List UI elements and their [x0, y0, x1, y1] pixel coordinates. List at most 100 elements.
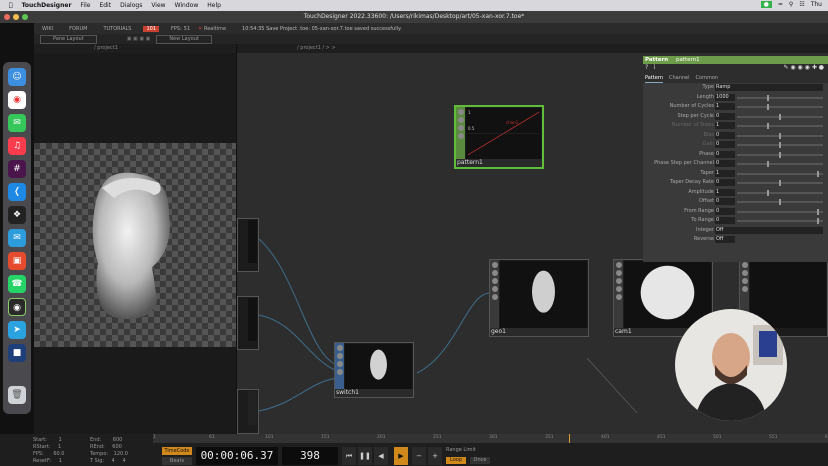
frame-display[interactable]: 398 [282, 447, 338, 465]
realtime-checkbox-icon[interactable]: ✕ [198, 26, 202, 32]
trash-icon[interactable]: 🗑 [8, 386, 26, 404]
play-button[interactable]: ▶ [394, 447, 408, 465]
param-slider-handle[interactable] [779, 142, 781, 148]
param-value[interactable]: 1000 [715, 93, 735, 101]
chrome-icon[interactable]: ◉ [8, 91, 26, 109]
zoom-window-button[interactable] [22, 14, 28, 20]
left-node-3[interactable] [237, 389, 259, 434]
fps-setting-value[interactable]: 60.0 [53, 451, 64, 457]
wifi-icon[interactable]: ≈ [778, 1, 783, 8]
tutorials-link[interactable]: TUTORIALS [95, 26, 139, 32]
whatsapp-icon[interactable]: ☎ [8, 275, 26, 293]
param-value[interactable]: 1 [715, 122, 735, 129]
frame-plus-button[interactable]: + [428, 447, 442, 465]
param-value[interactable]: 0 [715, 160, 735, 167]
pause-button[interactable]: ❚❚ [358, 447, 372, 465]
tsig-value[interactable]: 4 [112, 458, 115, 464]
param-value[interactable]: 0 [715, 198, 735, 205]
step-back-button[interactable]: ◀ [374, 447, 388, 465]
param-value[interactable]: Off [715, 236, 735, 243]
param-slider-handle[interactable] [767, 189, 769, 196]
geo-node[interactable]: geo1 [489, 259, 589, 337]
error-badge[interactable]: 101 [143, 25, 160, 32]
slack-icon[interactable]: # [8, 160, 26, 178]
playhead[interactable] [569, 434, 570, 443]
music-icon[interactable]: ♫ [8, 137, 26, 155]
menu-file[interactable]: File [80, 2, 90, 9]
frame-minus-button[interactable]: − [412, 447, 426, 465]
start-value[interactable]: 1 [59, 437, 62, 443]
param-slider-handle[interactable] [767, 161, 769, 167]
rend-value[interactable]: 600 [112, 444, 122, 450]
render-preview[interactable] [34, 143, 236, 347]
switch-node[interactable]: switch1 [334, 342, 414, 398]
param-slider-handle[interactable] [817, 218, 819, 224]
finder-icon[interactable]: ☺ [8, 68, 26, 86]
loop-button[interactable]: Loop [446, 457, 466, 464]
param-tool-icons[interactable]: ✎ ◉ ◉ ◉ ✚ ● [783, 64, 824, 71]
touchdesigner-icon[interactable]: ◉ [8, 298, 26, 316]
clock-text[interactable]: Thu [811, 1, 822, 8]
vscode-icon[interactable]: ❬ [8, 183, 26, 201]
pattern-node[interactable]: 1 0.5 chan1 pattern1 [454, 105, 544, 169]
param-value[interactable]: 0 [715, 141, 735, 148]
timecode-mode-button[interactable]: TimeCode [162, 447, 192, 455]
param-slider[interactable] [737, 210, 823, 213]
new-layout-button[interactable]: New Layout [156, 34, 212, 44]
tsig-value-2[interactable]: 4 [122, 458, 125, 464]
once-button[interactable]: Once [470, 457, 490, 464]
param-value[interactable]: 0 [715, 217, 735, 224]
param-slider-handle[interactable] [779, 113, 781, 120]
app-icon[interactable]: ▣ [8, 252, 26, 270]
left-node-2[interactable] [237, 296, 259, 350]
param-value[interactable]: 1 [715, 188, 735, 196]
pane-layout-button[interactable]: Pane Layout [40, 34, 97, 44]
realtime-toggle[interactable]: ✕ Realtime [190, 26, 234, 32]
telegram-icon[interactable]: ➤ [8, 321, 26, 339]
param-op-name[interactable]: pattern1 [676, 57, 700, 63]
param-value[interactable]: 0 [715, 131, 735, 139]
param-slider-handle[interactable] [817, 208, 819, 215]
viewer-path[interactable]: / project1 [94, 45, 118, 51]
param-slider[interactable] [737, 172, 823, 175]
tab-common[interactable]: Common [696, 74, 719, 83]
minimize-window-button[interactable] [13, 14, 19, 20]
menu-edit[interactable]: Edit [99, 2, 111, 9]
network-path[interactable]: / project1 / > > [297, 45, 336, 51]
param-slider-handle[interactable] [767, 104, 769, 110]
wiki-link[interactable]: WIKI [34, 26, 61, 32]
close-window-button[interactable] [4, 14, 10, 20]
param-value[interactable]: 0 [715, 112, 735, 120]
tempo-value[interactable]: 120.0 [114, 451, 128, 457]
camera-status-icon[interactable]: ● [760, 1, 772, 8]
param-value[interactable]: 0 [715, 207, 735, 215]
param-slider[interactable] [737, 220, 823, 222]
tab-pattern[interactable]: Pattern [645, 74, 663, 83]
menu-app[interactable]: TouchDesigner [22, 2, 72, 9]
param-slider-handle[interactable] [817, 170, 819, 177]
beats-mode-button[interactable]: Beats [162, 457, 192, 465]
reset-value[interactable]: 1 [59, 458, 62, 464]
param-value[interactable]: 1 [715, 103, 735, 110]
param-slider[interactable] [737, 163, 823, 165]
control-center-icon[interactable]: ☷ [799, 1, 804, 8]
timecode-display[interactable]: 00:00:06.37 [196, 447, 278, 465]
live-app-icon[interactable]: ■ [8, 344, 26, 362]
param-slider[interactable] [737, 191, 823, 194]
layout-icons[interactable]: ▣ ▣ ▣ ▣ [127, 36, 151, 42]
menu-dialogs[interactable]: Dialogs [120, 2, 142, 9]
rstart-value[interactable]: 1 [58, 444, 61, 450]
param-slider-handle[interactable] [779, 132, 781, 139]
tab-channel[interactable]: Channel [669, 74, 690, 83]
figma-icon[interactable]: ❖ [8, 206, 26, 224]
param-slider-handle[interactable] [779, 199, 781, 205]
mail-icon[interactable]: ✉ [8, 229, 26, 247]
param-slider[interactable] [737, 106, 823, 108]
rewind-button[interactable]: ⏮ [342, 447, 356, 465]
menu-window[interactable]: Window [175, 2, 199, 9]
param-slider-handle[interactable] [779, 180, 781, 186]
param-value[interactable]: 0 [715, 179, 735, 186]
param-slider[interactable] [737, 96, 823, 99]
end-value[interactable]: 600 [113, 437, 123, 443]
param-slider-handle[interactable] [767, 94, 769, 101]
